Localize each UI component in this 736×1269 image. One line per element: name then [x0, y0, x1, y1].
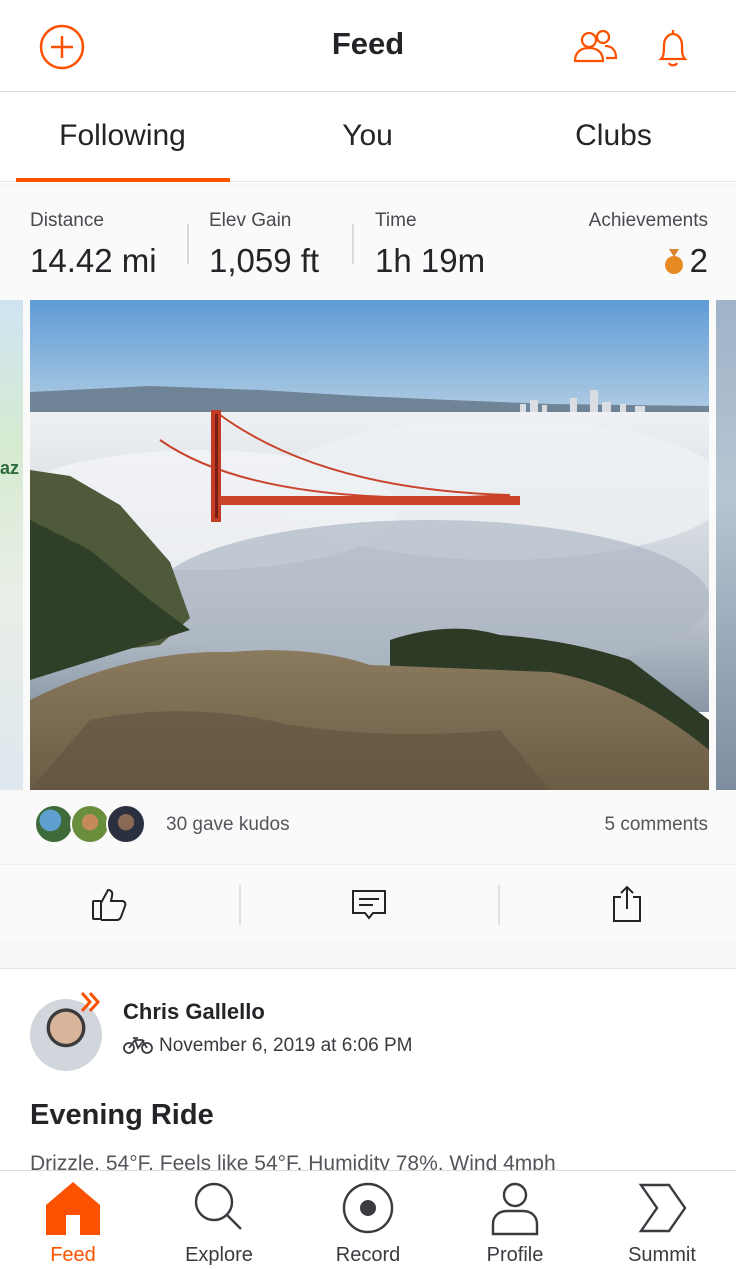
stat-label: Time [375, 210, 417, 231]
achievements-count: 2 [689, 242, 708, 279]
tabbar-feed[interactable]: Feed [13, 1179, 133, 1269]
next-photo-peek[interactable] [716, 300, 736, 790]
subscriber-chevron-icon [80, 992, 101, 1012]
summit-icon [638, 1183, 687, 1233]
tabbar-label: Explore [185, 1244, 253, 1266]
tabbar-record[interactable]: Record [308, 1179, 428, 1269]
stat-divider [187, 224, 189, 264]
avatar [70, 804, 110, 844]
activity-photo[interactable] [30, 300, 709, 790]
stat-label: Elev Gain [209, 210, 292, 231]
tab-following[interactable]: Following [0, 92, 245, 182]
stat-divider [352, 224, 354, 264]
home-icon [46, 1182, 100, 1235]
share-icon[interactable] [606, 883, 648, 925]
search-icon [194, 1182, 242, 1230]
kudos-count[interactable]: 30 gave kudos [166, 814, 290, 836]
tabbar-label: Summit [628, 1244, 696, 1266]
stat-elev-gain: Elev Gain 1,059 ft [209, 210, 319, 280]
medal-icon [664, 249, 683, 274]
divider [498, 885, 500, 925]
activity-actions [0, 864, 736, 942]
golden-gate-photo [30, 300, 709, 790]
stat-value: 1h 19m [375, 242, 486, 279]
map-thumbnail-peek[interactable]: az [0, 300, 23, 790]
notifications-bell-icon[interactable] [648, 22, 698, 72]
avatar [106, 804, 146, 844]
tabbar-profile[interactable]: Profile [455, 1179, 575, 1269]
bottom-tab-bar: Feed Explore Record Profile Summit [0, 1170, 736, 1269]
stat-label: Distance [30, 210, 104, 231]
stat-achievements[interactable]: Achievements 2 [589, 210, 708, 280]
avatar [34, 804, 74, 844]
comment-icon[interactable] [348, 883, 390, 925]
record-icon [342, 1182, 394, 1234]
kudos-thumbs-up-icon[interactable] [89, 883, 131, 925]
bike-icon [123, 1037, 153, 1054]
profile-icon [491, 1182, 539, 1236]
feed-tabs: Following You Clubs [0, 92, 736, 182]
tab-you[interactable]: You [245, 92, 490, 182]
find-friends-icon[interactable] [570, 22, 620, 72]
date-text: November 6, 2019 at 6:06 PM [159, 1035, 413, 1056]
stat-value: 2 [589, 242, 708, 280]
tabbar-summit[interactable]: Summit [602, 1179, 722, 1269]
tabbar-label: Profile [486, 1244, 544, 1266]
stat-value: 14.42 mi [30, 242, 157, 279]
activity-date: November 6, 2019 at 6:06 PM [123, 1035, 412, 1057]
tabbar-explore[interactable]: Explore [159, 1179, 279, 1269]
stat-time: Time 1h 19m [375, 210, 485, 280]
stat-distance: Distance 14.42 mi [30, 210, 157, 280]
tabbar-label: Record [335, 1244, 401, 1266]
activity-card[interactable]: Distance 14.42 mi Elev Gain 1,059 ft Tim… [0, 188, 736, 942]
map-label: az [0, 458, 20, 478]
athlete-name[interactable]: Chris Gallello [123, 999, 265, 1025]
kudos-row[interactable]: 30 gave kudos 5 comments [0, 800, 736, 850]
activity-title[interactable]: Evening Ride [30, 1099, 214, 1132]
divider [239, 885, 241, 925]
page-title: Feed [331, 26, 405, 61]
stat-value: 1,059 ft [209, 242, 320, 279]
activity-card[interactable]: Chris Gallello November 6, 2019 at 6:06 … [0, 968, 736, 1178]
app-header: Feed [0, 0, 736, 92]
tab-clubs[interactable]: Clubs [491, 92, 736, 182]
stat-label: Achievements [588, 210, 708, 231]
comments-count[interactable]: 5 comments [605, 814, 708, 836]
tabbar-label: Feed [50, 1244, 96, 1266]
